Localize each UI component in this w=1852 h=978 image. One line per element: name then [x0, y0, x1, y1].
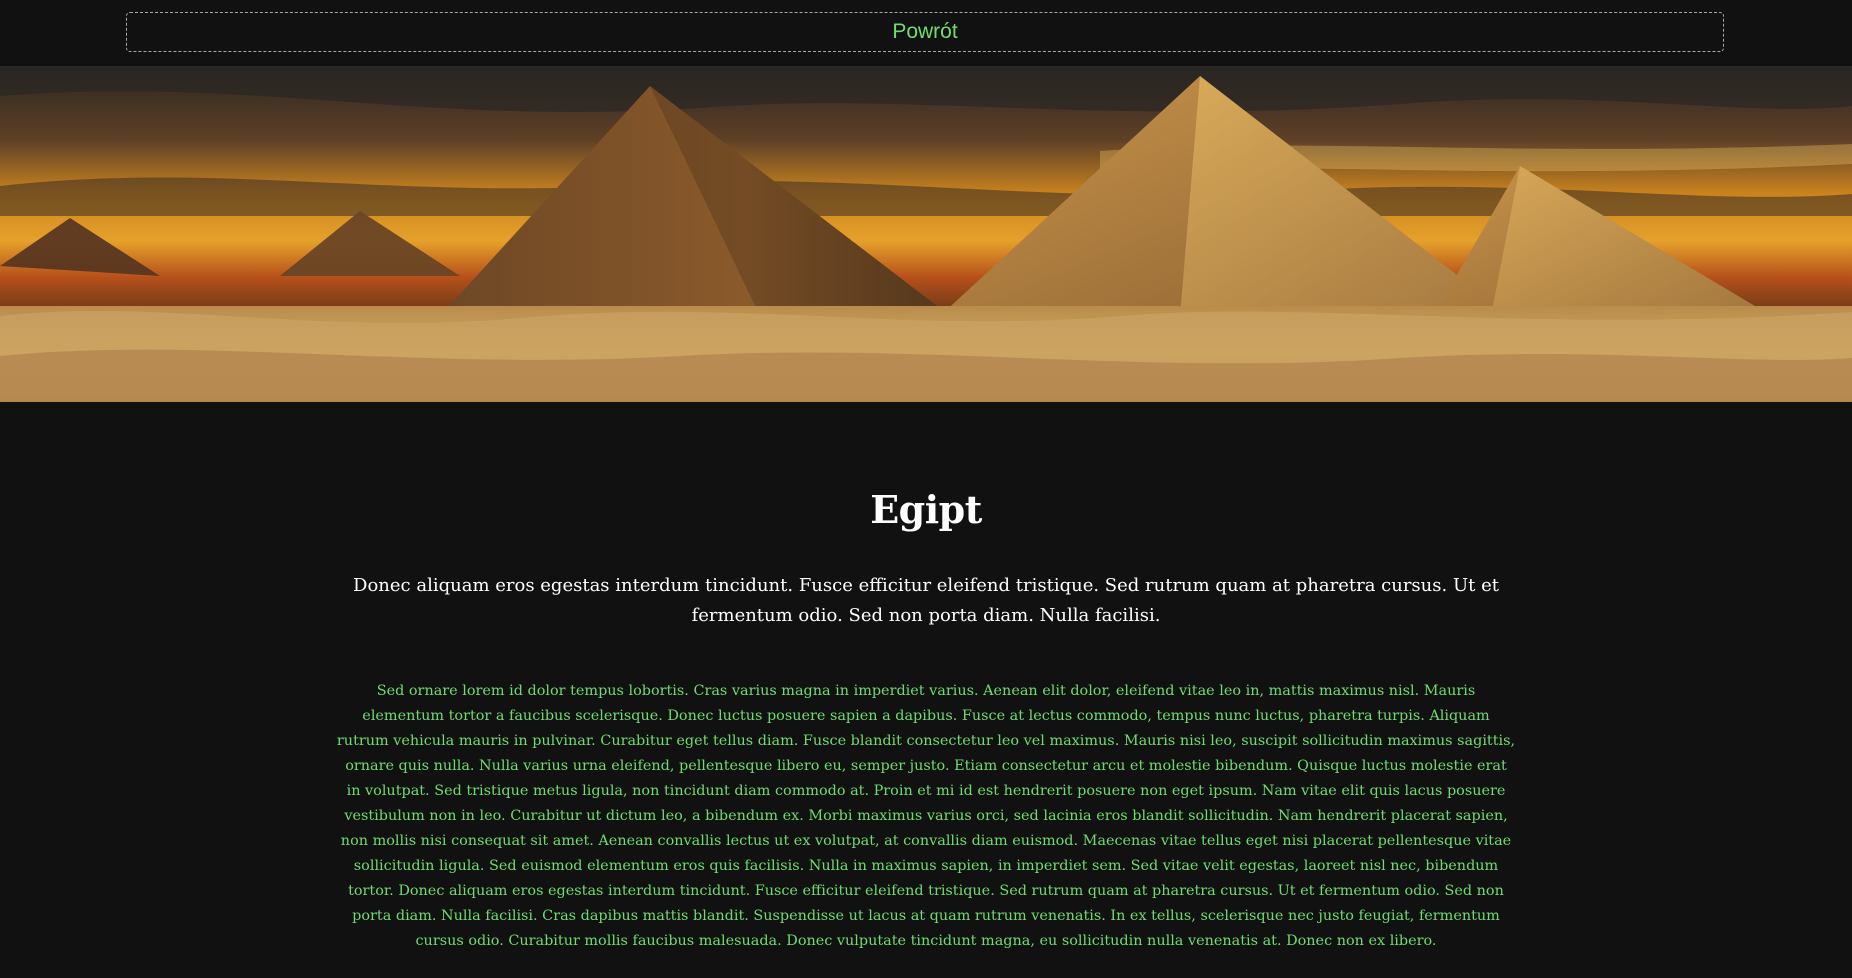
back-button[interactable]: Powrót	[126, 12, 1724, 52]
pyramids-image	[0, 66, 1852, 402]
page-title: Egipt	[870, 487, 982, 532]
lead-paragraph: Donec aliquam eros egestas interdum tinc…	[353, 575, 1499, 626]
hero-image	[0, 66, 1852, 402]
main-content: Egipt Donec aliquam eros egestas interdu…	[0, 402, 1852, 978]
body-paragraph: Sed ornare lorem id dolor tempus loborti…	[336, 683, 1516, 949]
top-bar: Powrót	[0, 0, 1852, 66]
